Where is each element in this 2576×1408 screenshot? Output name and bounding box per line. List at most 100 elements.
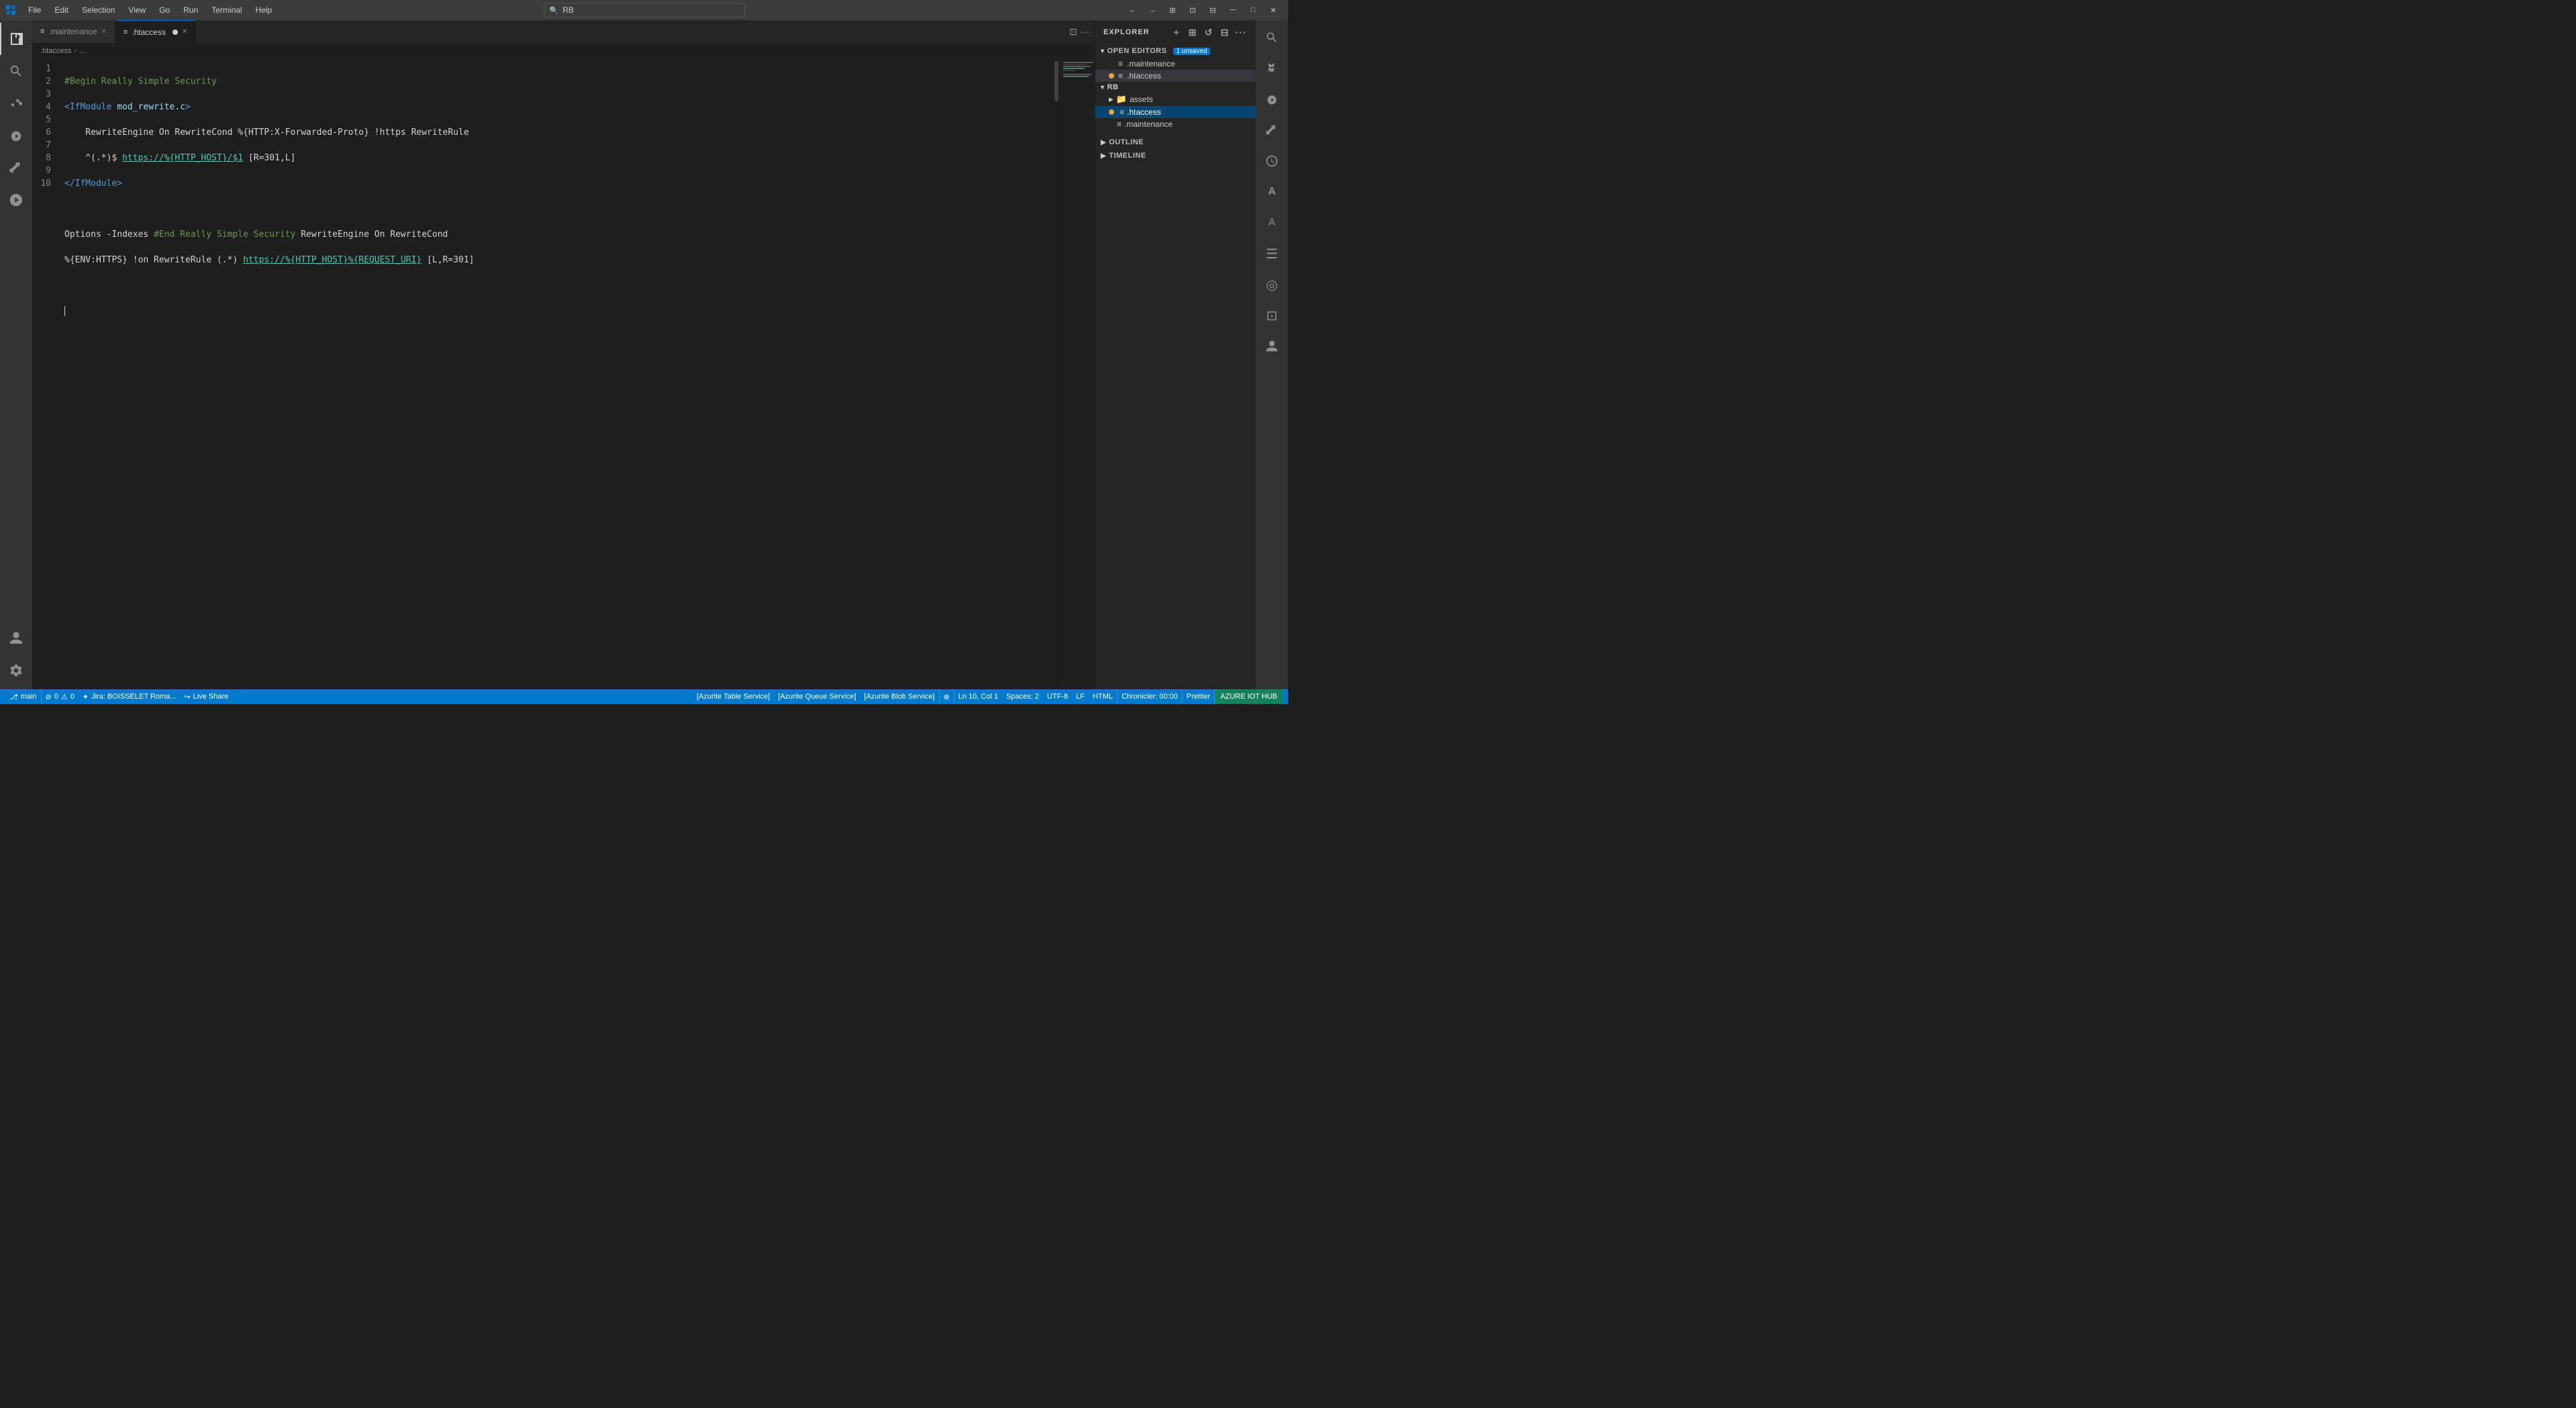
status-liveshare[interactable]: ↪ Live Share	[180, 689, 232, 704]
status-errors[interactable]: ⊘ 0 ⚠ 0	[42, 689, 79, 704]
refresh-button[interactable]: ↺	[1202, 26, 1216, 39]
status-encoding-icon[interactable]: ⊕	[940, 689, 954, 704]
git-icon: ⎇	[9, 693, 18, 701]
activity-extensions[interactable]	[0, 152, 32, 184]
menu-run[interactable]: Run	[177, 3, 205, 17]
tree-maintenance-file[interactable]: ≡ .maintenance	[1095, 118, 1256, 130]
status-git[interactable]: ⎇ main	[5, 689, 41, 704]
open-editors-label: OPEN EDITORS	[1107, 47, 1167, 55]
status-lf[interactable]: LF	[1072, 689, 1089, 704]
new-folder-button[interactable]: ⊞	[1186, 26, 1199, 39]
unsaved-dot	[172, 30, 178, 35]
status-spaces[interactable]: Spaces: 2	[1002, 689, 1043, 704]
menu-file[interactable]: File	[21, 3, 48, 17]
language-text: HTML	[1093, 693, 1113, 701]
outline-label: OUTLINE	[1109, 138, 1144, 146]
minimap-line	[1063, 66, 1091, 67]
menu-terminal[interactable]: Terminal	[205, 3, 248, 17]
open-editor-htaccess-name: .htaccess	[1127, 71, 1161, 81]
status-azurite-table[interactable]: [Azurite Table Service]	[693, 689, 774, 704]
right-activity-search[interactable]	[1257, 23, 1287, 52]
breadcrumb-sep: ›	[74, 47, 77, 55]
warning-count: 0	[70, 693, 75, 701]
status-utf8[interactable]: UTF-8	[1043, 689, 1072, 704]
menu-go[interactable]: Go	[152, 3, 177, 17]
menu-edit[interactable]: Edit	[48, 3, 75, 17]
warning-icon: ⚠	[61, 693, 68, 701]
activity-search[interactable]	[0, 55, 32, 87]
tab-maintenance-close[interactable]: ✕	[101, 28, 106, 36]
status-chronicler[interactable]: Chronicler: 00:00	[1118, 689, 1182, 704]
line-numbers: 1 2 3 4 5 6 7 8 9 10	[32, 58, 59, 689]
htaccess-tree-icon: ≡	[1120, 107, 1124, 117]
explorer-root-header[interactable]: ▾ RB	[1095, 82, 1256, 93]
code-editor[interactable]: 1 2 3 4 5 6 7 8 9 10 #Begin Really Simpl…	[32, 58, 1095, 689]
code-content[interactable]: #Begin Really Simple Security <IfModule …	[59, 58, 1052, 689]
layout3-button[interactable]: ⊟	[1203, 3, 1222, 17]
open-editor-htaccess[interactable]: ≡ .htaccess	[1095, 70, 1256, 82]
status-azurite-blob[interactable]: [Azurite Blob Service]	[860, 689, 938, 704]
right-activity-extensions[interactable]	[1257, 115, 1287, 145]
tab-maintenance[interactable]: ≡ .maintenance ✕	[32, 20, 115, 43]
open-editors-header[interactable]: ▾ OPEN EDITORS 1 unsaved	[1095, 44, 1256, 58]
layout-button[interactable]: ⊞	[1163, 3, 1182, 17]
explorer-section: ▾ RB ▶ 📁 assets ≡ .htaccess ≡	[1095, 82, 1256, 689]
maximize-button[interactable]: □	[1244, 3, 1262, 17]
right-activity-burger[interactable]: ☰	[1257, 239, 1287, 268]
azure-iot-status[interactable]: AZURE IOT HUB	[1215, 689, 1283, 704]
collapse-button[interactable]: ⊟	[1218, 26, 1232, 39]
nav-back-button[interactable]: ←	[1123, 3, 1142, 17]
status-prettier[interactable]: Prettier	[1183, 689, 1214, 704]
minimap-line	[1063, 62, 1093, 63]
activity-source-control[interactable]	[0, 87, 32, 119]
status-line-col[interactable]: Ln 10, Col 1	[954, 689, 1002, 704]
tab-htaccess[interactable]: ≡ .htaccess ✕	[115, 20, 197, 43]
right-activity-box[interactable]: ⊡	[1257, 301, 1287, 330]
activity-explorer[interactable]	[0, 23, 32, 55]
right-activity-scm[interactable]	[1257, 54, 1287, 83]
more-actions-icon[interactable]: ···	[1080, 26, 1089, 37]
breadcrumb-htaccess[interactable]: .htaccess	[40, 47, 71, 55]
title-bar: File Edit Selection View Go Run Terminal…	[0, 0, 1288, 20]
tree-htaccess-file[interactable]: ≡ .htaccess	[1095, 106, 1256, 118]
right-activity-a[interactable]: A	[1257, 177, 1287, 207]
status-language[interactable]: HTML	[1089, 689, 1117, 704]
tab-maintenance-label: .maintenance	[48, 27, 97, 36]
menu-bar: File Edit Selection View Go Run Terminal…	[21, 3, 279, 17]
activity-run[interactable]	[0, 119, 32, 152]
timeline-header[interactable]: ▶ TIMELINE	[1095, 149, 1256, 162]
minimize-button[interactable]: ─	[1224, 3, 1242, 17]
search-bar-container[interactable]: 🔍 RB	[544, 3, 745, 17]
right-activity-account[interactable]	[1257, 332, 1287, 361]
editor-layout-icon[interactable]: ⊡	[1069, 26, 1077, 38]
open-editor-maintenance[interactable]: ≡ .maintenance	[1095, 58, 1256, 70]
nav-forward-button[interactable]: →	[1143, 3, 1162, 17]
activity-settings[interactable]	[0, 654, 32, 687]
right-activity-a2[interactable]: A	[1257, 208, 1287, 238]
status-jira[interactable]: ✦ Jira: BOISSELET Roma...	[79, 689, 181, 704]
tab-htaccess-close[interactable]: ✕	[182, 28, 187, 36]
maintenance-tree-label: .maintenance	[1124, 119, 1173, 129]
breadcrumb-dots[interactable]: ...	[79, 47, 85, 55]
minimap-line	[1063, 64, 1087, 65]
app-icon	[5, 5, 16, 15]
activity-accounts[interactable]	[0, 622, 32, 654]
menu-view[interactable]: View	[121, 3, 152, 17]
new-file-button[interactable]: +	[1170, 26, 1183, 39]
more-explorer-button[interactable]: ···	[1234, 26, 1248, 39]
menu-selection[interactable]: Selection	[75, 3, 121, 17]
activity-remote[interactable]	[0, 184, 32, 216]
outline-header[interactable]: ▶ OUTLINE	[1095, 136, 1256, 149]
editor-scrollbar[interactable]	[1052, 58, 1061, 689]
tree-assets-folder[interactable]: ▶ 📁 assets	[1095, 93, 1256, 106]
menu-help[interactable]: Help	[249, 3, 279, 17]
close-button[interactable]: ✕	[1264, 3, 1283, 17]
right-activity-circle[interactable]: ◎	[1257, 270, 1287, 299]
scrollbar-thumb[interactable]	[1054, 61, 1058, 101]
explorer-root-chevron: ▾	[1101, 84, 1105, 91]
azurite-blob-text: [Azurite Blob Service]	[864, 693, 934, 701]
layout2-button[interactable]: ⊡	[1183, 3, 1202, 17]
status-azurite-queue[interactable]: [Azurite Queue Service]	[774, 689, 860, 704]
right-activity-debug[interactable]	[1257, 85, 1287, 114]
right-activity-remote[interactable]	[1257, 146, 1287, 176]
